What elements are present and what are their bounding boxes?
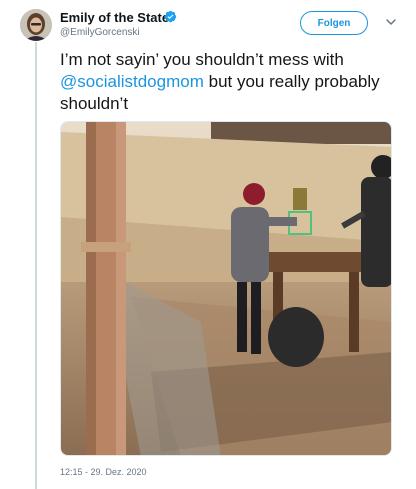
avatar[interactable] (20, 9, 52, 41)
author-handle[interactable]: @EmilyGorcenski (60, 27, 140, 38)
follow-button[interactable]: Folgen (300, 11, 368, 35)
author-name[interactable]: Emily of the State (60, 10, 169, 25)
tweet-photo[interactable] (60, 121, 392, 456)
thread-line (35, 42, 37, 489)
tweet-card: Emily of the State @EmilyGorcenski Folge… (0, 0, 416, 489)
tweet-timestamp[interactable]: 12:15 - 29. Dez. 2020 (60, 467, 147, 477)
shooting-range-photo (61, 122, 391, 455)
avatar-image (20, 9, 52, 41)
chevron-down-icon[interactable] (385, 16, 397, 28)
tweet-text-part: I’m not sayin’ you shouldn’t mess with (60, 50, 344, 69)
verified-badge-icon (164, 10, 177, 23)
mention-link[interactable]: @socialistdogmom (60, 72, 204, 91)
tweet-text: I’m not sayin’ you shouldn’t mess with @… (60, 49, 400, 115)
